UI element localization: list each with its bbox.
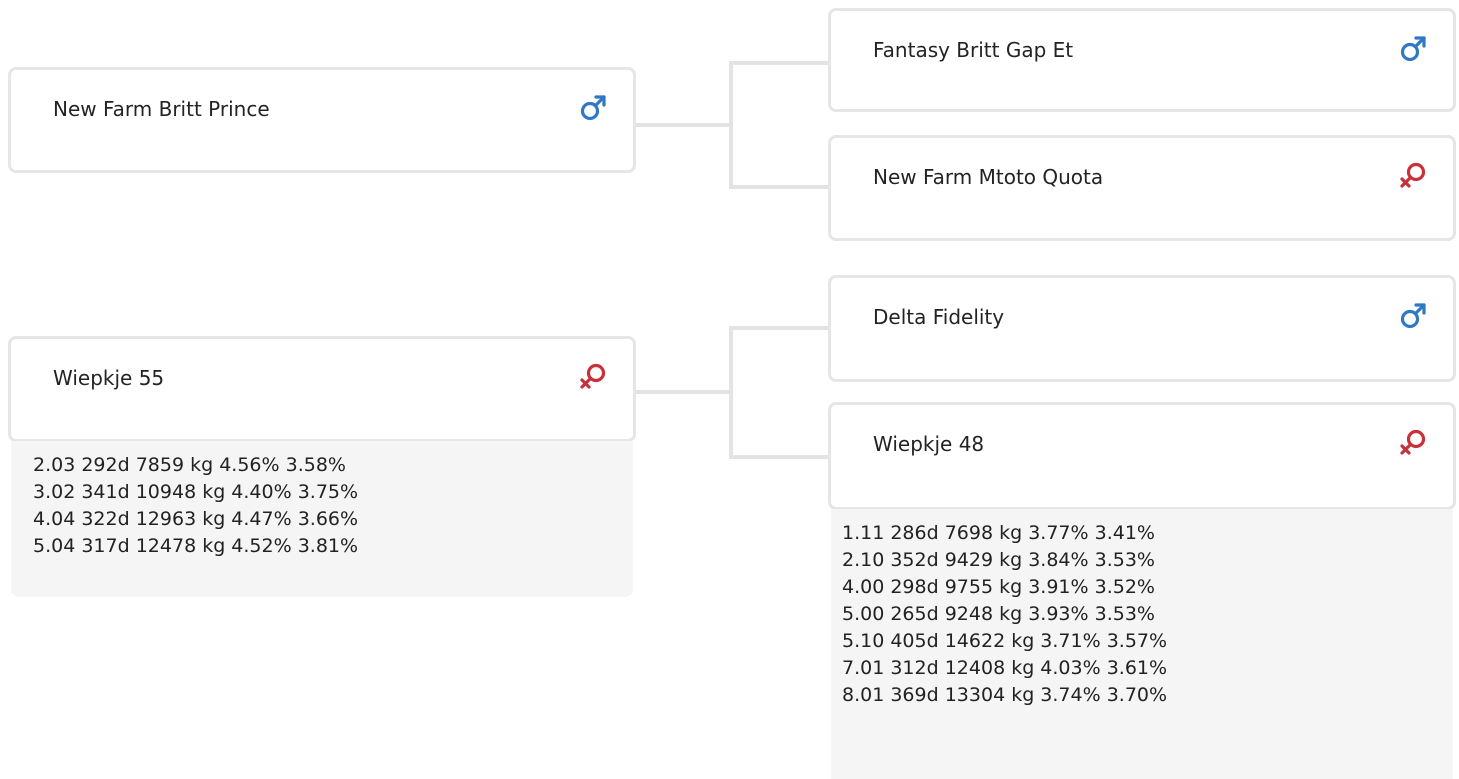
animal-name: Wiepkje 55 bbox=[53, 366, 165, 390]
lactation-record: 5.04 317d 12478 kg 4.52% 3.81% bbox=[33, 535, 359, 557]
animal-name: Wiepkje 48 bbox=[873, 432, 985, 456]
animal-card-maternal-grandsire[interactable]: Delta Fidelity bbox=[828, 275, 1456, 382]
animal-card-maternal-granddam[interactable]: Wiepkje 48 bbox=[828, 402, 1456, 510]
animal-card-paternal-grandsire[interactable]: Fantasy Britt Gap Et bbox=[828, 8, 1456, 112]
lactation-records: 2.03 292d 7859 kg 4.56% 3.58% 3.02 341d … bbox=[11, 441, 633, 597]
lactation-record: 5.10 405d 14622 kg 3.71% 3.57% bbox=[842, 630, 1168, 652]
animal-card-sire[interactable]: New Farm Britt Prince bbox=[8, 67, 636, 173]
animal-name: Fantasy Britt Gap Et bbox=[873, 38, 1074, 62]
male-icon bbox=[1397, 300, 1429, 332]
female-icon bbox=[577, 361, 609, 393]
animal-name: Delta Fidelity bbox=[873, 305, 1005, 329]
animal-name: New Farm Mtoto Quota bbox=[873, 165, 1104, 189]
lactation-record: 4.04 322d 12963 kg 4.47% 3.66% bbox=[33, 508, 359, 530]
lactation-record: 3.02 341d 10948 kg 4.40% 3.75% bbox=[33, 481, 359, 503]
lactation-record: 7.01 312d 12408 kg 4.03% 3.61% bbox=[842, 657, 1168, 679]
lactation-record: 8.01 369d 13304 kg 3.74% 3.70% bbox=[842, 684, 1168, 706]
animal-card-paternal-granddam[interactable]: New Farm Mtoto Quota bbox=[828, 135, 1456, 241]
lactation-record: 5.00 265d 9248 kg 3.93% 3.53% bbox=[842, 603, 1155, 625]
female-icon bbox=[1397, 427, 1429, 459]
female-icon bbox=[1397, 160, 1429, 192]
lactation-record: 2.03 292d 7859 kg 4.56% 3.58% bbox=[33, 454, 346, 476]
lactation-record: 4.00 298d 9755 kg 3.91% 3.52% bbox=[842, 576, 1155, 598]
animal-name: New Farm Britt Prince bbox=[53, 97, 270, 121]
male-icon bbox=[577, 92, 609, 124]
male-icon bbox=[1397, 33, 1429, 65]
animal-card-dam[interactable]: Wiepkje 55 bbox=[8, 336, 636, 442]
lactation-records: 1.11 286d 7698 kg 3.77% 3.41% 2.10 352d … bbox=[831, 509, 1453, 779]
lactation-record: 2.10 352d 9429 kg 3.84% 3.53% bbox=[842, 549, 1155, 571]
lactation-record: 1.11 286d 7698 kg 3.77% 3.41% bbox=[842, 522, 1155, 544]
